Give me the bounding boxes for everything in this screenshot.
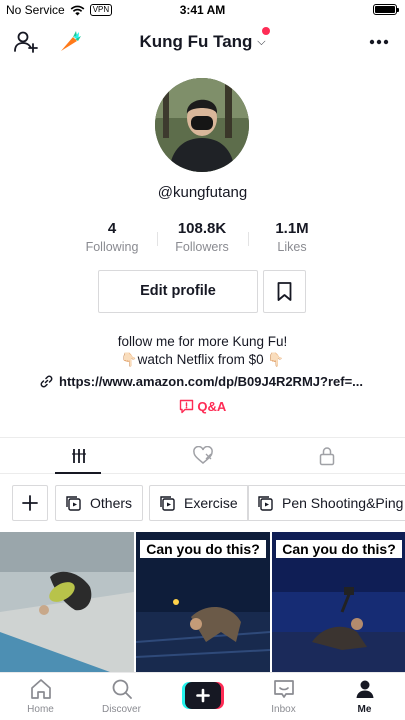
stat-followers[interactable]: 108.8K Followers [157, 220, 247, 254]
playlist-icon [258, 496, 273, 511]
bottom-tab-bar: Home Discover Inbox Me [0, 672, 405, 720]
playlist-chip-others[interactable]: Others [55, 485, 144, 521]
chip-label: Pen Shooting&Ping Pong [282, 495, 405, 511]
link-text: https://www.amazon.com/dp/B09J4R2RMJ?ref… [59, 374, 363, 389]
playlist-chips: Others Exercise Pen Shooting&Ping Pong [0, 485, 405, 523]
link-icon [40, 375, 53, 388]
bookmark-icon [277, 282, 292, 301]
stat-label: Followers [175, 240, 229, 254]
add-playlist-button[interactable] [12, 485, 48, 521]
tab-private[interactable] [259, 438, 394, 474]
video-thumbnail[interactable]: Can you do this? [136, 532, 270, 672]
video-caption: Can you do this? [140, 540, 266, 558]
liked-icon [192, 446, 213, 464]
video-grid: Can you do this? Can you do this? [0, 532, 405, 672]
tab-discover[interactable]: Discover [81, 677, 162, 715]
bio-line: follow me for more Kung Fu! [117, 334, 288, 349]
status-time: 3:41 AM [179, 3, 226, 17]
tab-label: Discover [102, 704, 141, 715]
stat-value: 1.1M [275, 220, 309, 237]
notification-dot [262, 27, 270, 35]
tab-label: Inbox [271, 704, 296, 715]
bookmark-button[interactable] [263, 270, 306, 313]
profile-handle: @kungfutang [157, 184, 248, 201]
tab-videos[interactable] [11, 438, 146, 474]
videos-grid-icon [71, 449, 86, 463]
tab-liked[interactable] [135, 438, 270, 474]
chevron-down-icon: ⌵ [257, 36, 266, 48]
video-caption: Can you do this? [276, 540, 402, 558]
tab-label: Home [27, 704, 54, 715]
avatar-photo [155, 78, 249, 172]
content-tabs [0, 437, 405, 474]
plus-icon [22, 495, 38, 511]
profile-bio: follow me for more Kung Fu! 👇🏻watch Netf… [0, 333, 405, 369]
chip-label: Exercise [184, 495, 238, 511]
tab-home[interactable]: Home [0, 677, 81, 715]
inbox-icon [273, 680, 294, 698]
qa-icon [179, 399, 193, 414]
top-nav: Kung Fu Tang ⌵ [0, 24, 405, 60]
battery-icon [373, 4, 399, 15]
profile-name-dropdown[interactable]: Kung Fu Tang ⌵ [0, 32, 405, 52]
profile-link[interactable]: https://www.amazon.com/dp/B09J4R2RMJ?ref… [40, 374, 370, 389]
video-thumbnail[interactable]: Can you do this? [272, 532, 405, 672]
tab-inbox[interactable]: Inbox [243, 677, 324, 715]
stat-label: Likes [277, 240, 307, 254]
playlist-chip-exercise[interactable]: Exercise [149, 485, 249, 521]
qa-label: Q&A [197, 399, 227, 414]
status-bar: No Service VPN 3:41 AM [0, 0, 405, 20]
tab-active-indicator [55, 472, 101, 474]
lock-icon [319, 447, 334, 466]
more-icon[interactable] [365, 28, 393, 56]
create-button[interactable] [182, 682, 224, 709]
avatar[interactable] [155, 78, 249, 172]
playlist-chip-pen-shooting[interactable]: Pen Shooting&Ping Pong [247, 485, 405, 521]
qa-link[interactable]: Q&A [0, 399, 405, 416]
playlist-icon [160, 496, 175, 511]
home-icon [30, 679, 51, 699]
stat-label: Following [85, 240, 139, 254]
stat-value: 4 [107, 220, 117, 237]
chip-label: Others [90, 495, 133, 511]
video-thumbnail[interactable] [0, 532, 134, 672]
profile-icon [356, 680, 373, 698]
profile-name: Kung Fu Tang [139, 32, 253, 51]
edit-profile-button[interactable]: Edit profile [98, 270, 258, 313]
search-icon [112, 679, 132, 699]
video-thumbnail-image [0, 532, 134, 672]
playlist-icon [66, 496, 81, 511]
tab-me[interactable]: Me [324, 677, 405, 715]
tab-label: Me [357, 704, 372, 715]
stat-following[interactable]: 4 Following [67, 220, 157, 254]
stat-value: 108.8K [177, 220, 227, 237]
stat-likes[interactable]: 1.1M Likes [247, 220, 337, 254]
profile-stats: 4 Following 108.8K Followers 1.1M Likes [0, 220, 405, 256]
bio-line: 👇🏻watch Netflix from $0 👇🏻 [120, 352, 285, 367]
